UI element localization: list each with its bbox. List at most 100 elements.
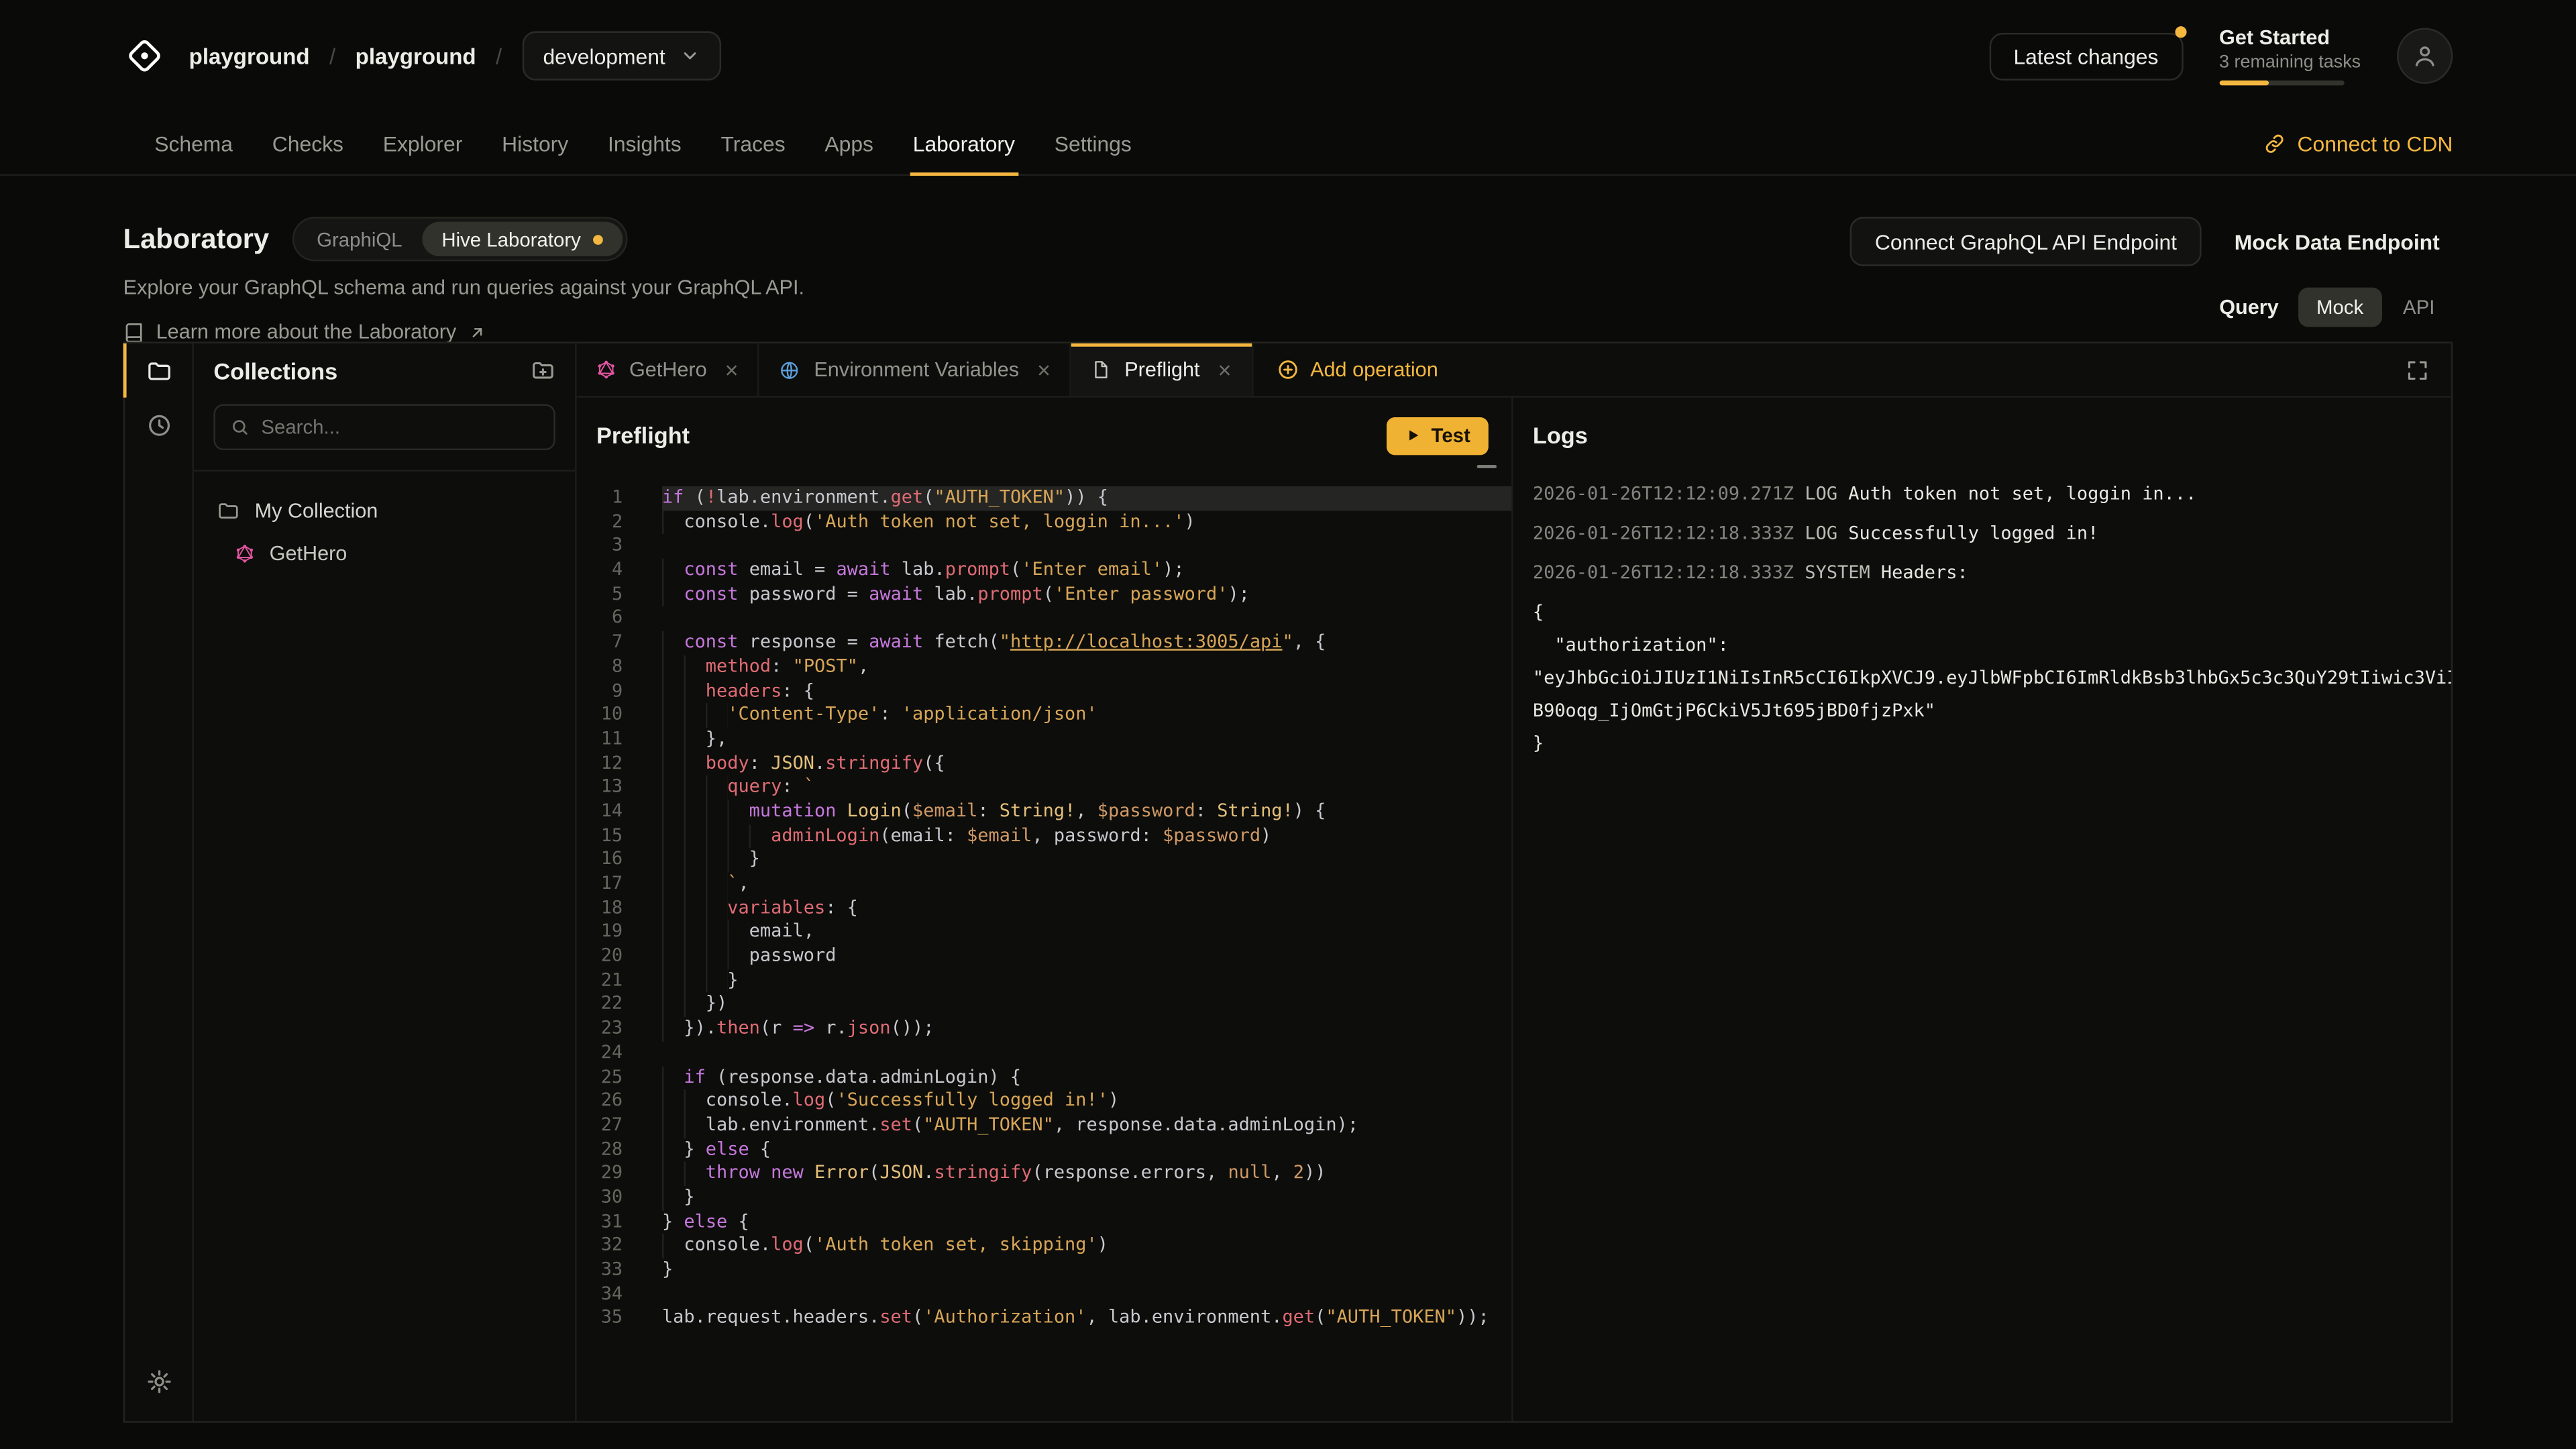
code-line[interactable]: console.log('Auth token not set, loggin …: [662, 511, 1511, 535]
get-started-widget[interactable]: Get Started 3 remaining tasks: [2219, 26, 2361, 85]
line-number: 26: [577, 1089, 623, 1114]
fullscreen-icon[interactable]: [2382, 343, 2451, 396]
header-actions: Latest changes Get Started 3 remaining t…: [1989, 26, 2453, 85]
code-line[interactable]: variables: {: [662, 896, 1511, 920]
nav-tab-settings[interactable]: Settings: [1034, 112, 1151, 174]
code-line[interactable]: } else {: [662, 1138, 1511, 1162]
code-line[interactable]: const email = await lab.prompt('Enter em…: [662, 559, 1511, 583]
page-header: Laboratory GraphiQL Hive Laboratory Expl…: [0, 176, 2576, 343]
code-line[interactable]: [662, 607, 1511, 631]
get-started-subtitle: 3 remaining tasks: [2219, 52, 2361, 72]
code-line[interactable]: }).then(r => r.json());: [662, 1017, 1511, 1041]
search-input[interactable]: [261, 416, 539, 439]
line-number: 28: [577, 1138, 623, 1162]
operation-label: GetHero: [270, 542, 347, 565]
code-line[interactable]: }: [662, 1186, 1511, 1210]
collection-folder-label: My Collection: [255, 499, 378, 522]
line-number: 32: [577, 1234, 623, 1258]
code-line[interactable]: password: [662, 945, 1511, 969]
nav-tab-checks[interactable]: Checks: [252, 112, 363, 174]
close-tab-icon[interactable]: ×: [1037, 356, 1051, 382]
code-line[interactable]: [662, 1041, 1511, 1065]
nav-tab-apps[interactable]: Apps: [805, 112, 893, 174]
learn-more-link[interactable]: Learn more about the Laboratory: [123, 321, 804, 343]
mode-option-graphiql[interactable]: GraphiQL: [297, 222, 422, 256]
settings-rail-button[interactable]: [124, 1354, 193, 1408]
code-line[interactable]: email,: [662, 920, 1511, 945]
avatar[interactable]: [2397, 28, 2453, 84]
line-number: 19: [577, 920, 623, 945]
code-line[interactable]: headers: {: [662, 680, 1511, 704]
line-number: 30: [577, 1186, 623, 1210]
new-collection-icon[interactable]: [531, 358, 555, 383]
code-line[interactable]: 'Content-Type': 'application/json': [662, 704, 1511, 728]
target-selector-value: development: [543, 44, 665, 68]
nav-tab-insights[interactable]: Insights: [588, 112, 702, 174]
code-line[interactable]: console.log('Auth token set, skipping'): [662, 1234, 1511, 1258]
code-line[interactable]: const response = await fetch("http://loc…: [662, 631, 1511, 655]
code-line[interactable]: lab.environment.set("AUTH_TOKEN", respon…: [662, 1114, 1511, 1138]
code-line[interactable]: }: [662, 1258, 1511, 1283]
mock-data-endpoint-button[interactable]: Mock Data Endpoint: [2221, 217, 2453, 266]
collections-rail-button[interactable]: [124, 343, 193, 398]
code-line[interactable]: method: "POST",: [662, 655, 1511, 680]
latest-changes-button[interactable]: Latest changes: [1989, 32, 2183, 80]
nav-tab-traces[interactable]: Traces: [701, 112, 805, 174]
nav-tab-schema[interactable]: Schema: [135, 112, 253, 174]
collection-folder[interactable]: My Collection: [194, 490, 575, 533]
test-button[interactable]: Test: [1387, 417, 1488, 454]
code-line[interactable]: throw new Error(JSON.stringify(response.…: [662, 1162, 1511, 1186]
code-line[interactable]: query: `: [662, 776, 1511, 800]
code-line[interactable]: if (!lab.environment.get("AUTH_TOKEN")) …: [662, 486, 1511, 511]
code-line[interactable]: [662, 535, 1511, 559]
history-rail-button[interactable]: [124, 398, 193, 452]
nav-tab-explorer[interactable]: Explorer: [363, 112, 482, 174]
latest-changes-wrap: Latest changes: [1989, 32, 2183, 80]
connect-graphql-endpoint-button[interactable]: Connect GraphQL API Endpoint: [1850, 217, 2202, 266]
play-icon: [1405, 427, 1421, 443]
connect-cdn-link[interactable]: Connect to CDN: [2265, 112, 2453, 174]
notification-dot: [2175, 25, 2186, 37]
target-selector[interactable]: development: [522, 32, 721, 80]
nav-tab-history[interactable]: History: [482, 112, 588, 174]
code-line[interactable]: mutation Login($email: String!, $passwor…: [662, 800, 1511, 824]
query-option-api[interactable]: API: [2385, 288, 2453, 327]
code-line[interactable]: lab.request.headers.set('Authorization',…: [662, 1307, 1511, 1331]
breadcrumb-org[interactable]: playground: [189, 44, 310, 68]
code-line[interactable]: if (response.data.adminLogin) {: [662, 1065, 1511, 1089]
code-line[interactable]: },: [662, 728, 1511, 752]
code-line[interactable]: } else {: [662, 1210, 1511, 1234]
code-line[interactable]: `,: [662, 872, 1511, 896]
collections-search[interactable]: [213, 404, 555, 450]
fold-indicator[interactable]: [1477, 465, 1497, 468]
code-editor[interactable]: 1234567891011121314151617181920212223242…: [577, 473, 1511, 1421]
query-option-mock[interactable]: Mock: [2298, 288, 2381, 327]
tab-gethero[interactable]: GetHero×: [577, 343, 760, 396]
code-line[interactable]: body: JSON.stringify({: [662, 752, 1511, 776]
close-tab-icon[interactable]: ×: [1218, 356, 1231, 382]
nav-tab-laboratory[interactable]: Laboratory: [893, 112, 1034, 174]
code-line[interactable]: }: [662, 969, 1511, 993]
code-line[interactable]: [662, 1283, 1511, 1307]
collection-operation[interactable]: GetHero: [194, 532, 575, 575]
code-line[interactable]: }: [662, 848, 1511, 872]
tab-environment-variables[interactable]: Environment Variables ×: [760, 343, 1072, 396]
top-header: playground / playground / development La…: [0, 0, 2576, 112]
line-number: 11: [577, 728, 623, 752]
line-number: 15: [577, 824, 623, 848]
hive-logo-icon[interactable]: [123, 34, 166, 77]
code-line[interactable]: }): [662, 993, 1511, 1017]
breadcrumb-project[interactable]: playground: [356, 44, 476, 68]
line-number: 9: [577, 680, 623, 704]
code-line[interactable]: console.log('Successfully logged in!'): [662, 1089, 1511, 1114]
code-line[interactable]: adminLogin(email: $email, password: $pas…: [662, 824, 1511, 848]
tab-label: Preflight: [1124, 358, 1199, 381]
mode-option-hive-laboratory[interactable]: Hive Laboratory: [422, 222, 622, 256]
add-operation-button[interactable]: Add operation: [1252, 343, 1461, 396]
tab-label: Environment Variables: [814, 358, 1019, 381]
code-line[interactable]: const password = await lab.prompt('Enter…: [662, 583, 1511, 607]
tab-preflight[interactable]: Preflight ×: [1072, 343, 1253, 396]
document-icon: [1091, 360, 1111, 379]
close-tab-icon[interactable]: ×: [725, 356, 739, 382]
line-number: 14: [577, 800, 623, 824]
